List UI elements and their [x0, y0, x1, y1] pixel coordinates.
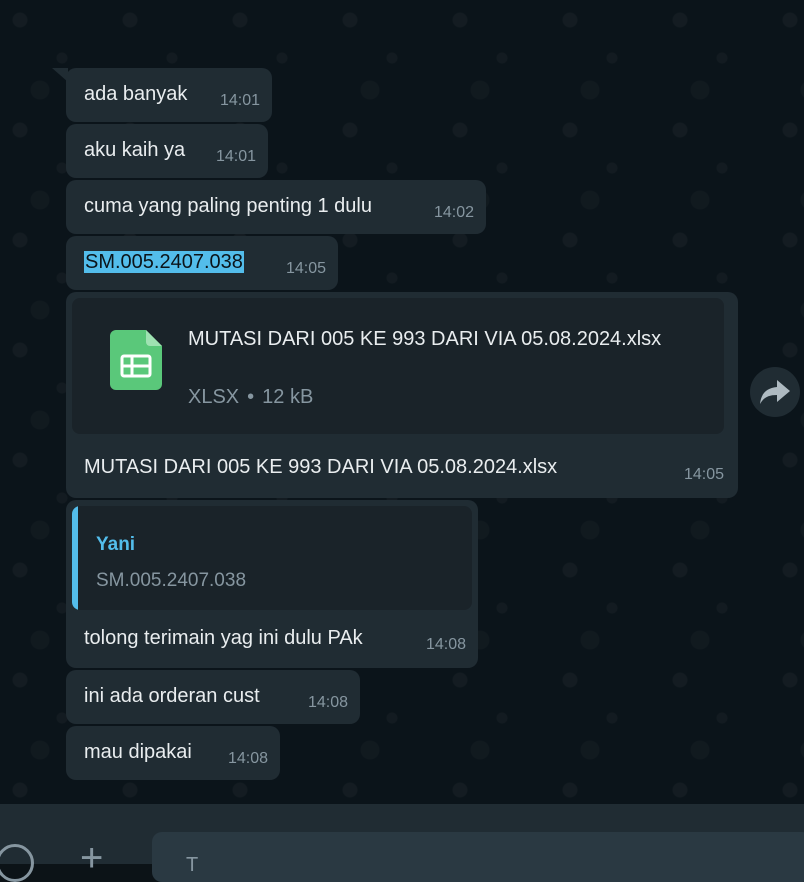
- file-attachment[interactable]: MUTASI DARI 005 KE 993 DARI VIA 05.08.20…: [72, 298, 724, 434]
- reply-message-bubble[interactable]: Yani SM.005.2407.038 tolong terimain yag…: [66, 500, 478, 668]
- message-bubble[interactable]: SM.005.2407.038 14:05: [66, 236, 338, 290]
- message-bubble[interactable]: cuma yang paling penting 1 dulu 14:02: [66, 180, 486, 234]
- quoted-message[interactable]: Yani SM.005.2407.038: [72, 506, 472, 610]
- message-time: 14:01: [215, 148, 256, 165]
- quote-accent-bar: [72, 506, 78, 610]
- message-bubble[interactable]: ada banyak 14:01: [66, 68, 272, 122]
- message-text: mau dipakai: [84, 741, 192, 763]
- message-bubble[interactable]: aku kaih ya 14:01: [66, 124, 268, 178]
- message-time: 14:08: [425, 636, 466, 653]
- emoji-icon[interactable]: [0, 844, 34, 882]
- forward-button[interactable]: [750, 367, 800, 417]
- quote-text: SM.005.2407.038: [96, 570, 247, 591]
- selected-text: SM.005.2407.038: [84, 251, 244, 273]
- file-name: MUTASI DARI 005 KE 993 DARI VIA 05.08.20…: [188, 328, 662, 350]
- forward-icon: [760, 380, 790, 404]
- message-text: aku kaih ya: [84, 139, 186, 161]
- file-type: XLSX: [188, 386, 240, 408]
- message-bubble[interactable]: ini ada orderan cust 14:08: [66, 670, 360, 724]
- message-text: SM.005.2407.038: [84, 250, 244, 274]
- meta-separator: •: [247, 386, 255, 408]
- composer-bar: + T: [0, 804, 804, 882]
- file-caption: MUTASI DARI 005 KE 993 DARI VIA 05.08.20…: [84, 456, 558, 478]
- message-input[interactable]: T: [152, 832, 804, 882]
- message-time: 14:02: [433, 204, 474, 221]
- spreadsheet-icon: [110, 330, 162, 390]
- message-input-placeholder: T: [186, 854, 199, 876]
- quote-author: Yani: [96, 534, 136, 555]
- message-text: ada banyak: [84, 83, 188, 105]
- message-text: cuma yang paling penting 1 dulu: [84, 195, 372, 217]
- message-text: ini ada orderan cust: [84, 685, 260, 707]
- file-size: 12 kB: [262, 386, 314, 408]
- attach-plus-icon[interactable]: +: [80, 838, 103, 878]
- message-bubble[interactable]: mau dipakai 14:08: [66, 726, 280, 780]
- message-time: 14:05: [683, 466, 724, 483]
- file-message-bubble[interactable]: MUTASI DARI 005 KE 993 DARI VIA 05.08.20…: [66, 292, 738, 498]
- file-meta: XLSX • 12 kB: [188, 386, 313, 409]
- message-time: 14:01: [219, 92, 260, 109]
- message-time: 14:08: [307, 694, 348, 711]
- message-time: 14:08: [227, 750, 268, 767]
- message-time: 14:05: [285, 260, 326, 277]
- message-text: tolong terimain yag ini dulu PAk: [84, 627, 363, 649]
